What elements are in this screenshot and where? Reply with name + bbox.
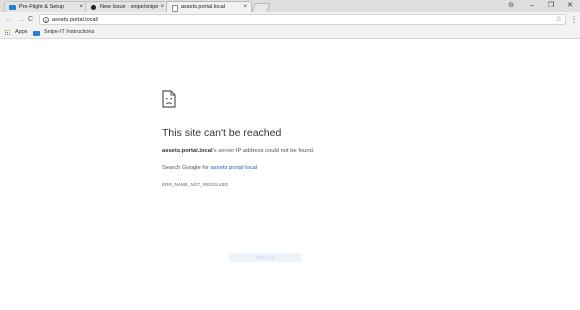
browser-toolbar: ← → C i assets.portal.local/ ☆ ⋮ xyxy=(0,12,580,27)
forward-arrow-icon[interactable]: → xyxy=(17,14,25,25)
tab-close-icon[interactable]: × xyxy=(79,2,83,12)
bookmark-snipe-it-instructions[interactable]: Snipe-IT Instructions xyxy=(44,27,94,38)
tab-title: New Issue · snipe/snipe xyxy=(100,4,159,10)
close-window-icon[interactable]: ✕ xyxy=(562,0,578,11)
error-title: This site can't be reached xyxy=(162,127,282,139)
bookmark-favicon-icon xyxy=(33,30,40,36)
error-desc-rest: 's server IP address could not be found. xyxy=(212,148,315,154)
tab-title: Pre-Flight & Setup xyxy=(19,4,64,10)
error-search-suggestion: Search Google for assets portal local xyxy=(162,165,257,171)
error-code: ERR_NAME_NOT_RESOLVED xyxy=(162,182,229,187)
tab-new-issue[interactable]: New Issue · snipe/snipe × xyxy=(85,1,169,12)
url-text[interactable]: assets.portal.local/ xyxy=(52,15,98,25)
error-description: assets.portal.local's server IP address … xyxy=(162,148,314,154)
tab-title: assets.portal.local xyxy=(181,4,226,10)
apps-grid-icon[interactable] xyxy=(5,30,11,36)
search-prefix: Search Google for xyxy=(162,165,211,171)
address-bar[interactable]: i assets.portal.local/ ☆ xyxy=(39,14,566,25)
bookmark-star-icon[interactable]: ☆ xyxy=(556,15,562,24)
tab-close-icon[interactable]: × xyxy=(160,2,164,12)
book-favicon-icon xyxy=(9,5,16,10)
info-icon[interactable]: i xyxy=(43,16,49,23)
google-search-link[interactable]: assets portal local xyxy=(211,165,257,171)
bookmarks-bar: Apps Snipe-IT Instructions xyxy=(0,27,580,39)
apps-button[interactable]: Apps xyxy=(15,27,28,38)
sad-page-icon xyxy=(162,90,176,108)
github-icon xyxy=(91,5,96,10)
details-button[interactable]: DETAILS xyxy=(229,253,301,262)
menu-icon[interactable]: ⋮ xyxy=(570,14,578,25)
tab-strip: Pre-Flight & Setup × New Issue · snipe/s… xyxy=(0,0,580,13)
reload-icon[interactable]: C xyxy=(28,14,33,25)
tab-preflight-setup[interactable]: Pre-Flight & Setup × xyxy=(4,1,88,12)
page-icon xyxy=(172,5,178,12)
restore-icon[interactable]: ❐ xyxy=(543,0,559,11)
apps-dot xyxy=(9,34,11,36)
profile-icon[interactable]: ⊝ xyxy=(503,0,519,11)
back-arrow-icon[interactable]: ← xyxy=(5,14,13,25)
error-host: assets.portal.local xyxy=(162,148,213,154)
minimize-icon[interactable]: – xyxy=(524,0,540,11)
tab-close-icon[interactable]: × xyxy=(243,2,247,12)
